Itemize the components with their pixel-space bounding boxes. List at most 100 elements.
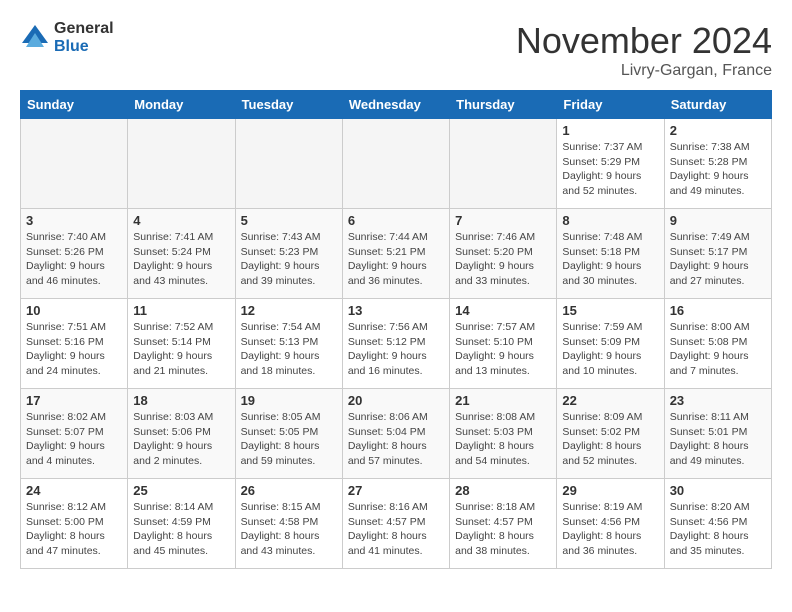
day-info: Sunrise: 8:03 AM Sunset: 5:06 PM Dayligh… — [133, 410, 229, 469]
day-number: 16 — [670, 303, 766, 318]
day-number: 12 — [241, 303, 337, 318]
table-row — [342, 119, 449, 209]
table-row: 14 Sunrise: 7:57 AM Sunset: 5:10 PM Dayli… — [450, 299, 557, 389]
day-info: Sunrise: 7:43 AM Sunset: 5:23 PM Dayligh… — [241, 230, 337, 289]
day-number: 7 — [455, 213, 551, 228]
day-number: 13 — [348, 303, 444, 318]
day-number: 8 — [562, 213, 658, 228]
day-info: Sunrise: 8:20 AM Sunset: 4:56 PM Dayligh… — [670, 500, 766, 559]
day-number: 11 — [133, 303, 229, 318]
header-saturday: Saturday — [664, 91, 771, 119]
table-row — [128, 119, 235, 209]
day-number: 1 — [562, 123, 658, 138]
logo-text: General Blue — [54, 20, 114, 55]
table-row: 24Sunrise: 8:12 AM Sunset: 5:00 PM Dayli… — [21, 479, 128, 569]
table-row: 12 Sunrise: 7:54 AM Sunset: 5:13 PM Dayli… — [235, 299, 342, 389]
table-row: 27 Sunrise: 8:16 AM Sunset: 4:57 PM Dayli… — [342, 479, 449, 569]
header-thursday: Thursday — [450, 91, 557, 119]
day-number: 9 — [670, 213, 766, 228]
day-number: 19 — [241, 393, 337, 408]
day-info: Sunrise: 8:15 AM Sunset: 4:58 PM Dayligh… — [241, 500, 337, 559]
page-header: General Blue November 2024 Livry-Gargan,… — [20, 20, 772, 80]
day-info: Sunrise: 8:14 AM Sunset: 4:59 PM Dayligh… — [133, 500, 229, 559]
table-row — [235, 119, 342, 209]
day-number: 6 — [348, 213, 444, 228]
day-info: Sunrise: 7:37 AM Sunset: 5:29 PM Dayligh… — [562, 140, 658, 199]
table-row: 6 Sunrise: 7:44 AM Sunset: 5:21 PM Daylig… — [342, 209, 449, 299]
table-row: 10 Sunrise: 7:51 AM Sunset: 5:16 PM Dayli… — [21, 299, 128, 389]
day-info: Sunrise: 7:44 AM Sunset: 5:21 PM Dayligh… — [348, 230, 444, 289]
day-number: 4 — [133, 213, 229, 228]
day-info: Sunrise: 7:51 AM Sunset: 5:16 PM Dayligh… — [26, 320, 122, 379]
day-number: 28 — [455, 483, 551, 498]
day-info: Sunrise: 7:41 AM Sunset: 5:24 PM Dayligh… — [133, 230, 229, 289]
header-monday: Monday — [128, 91, 235, 119]
table-row: 17Sunrise: 8:02 AM Sunset: 5:07 PM Dayli… — [21, 389, 128, 479]
header-friday: Friday — [557, 91, 664, 119]
month-title: November 2024 — [516, 20, 772, 62]
day-info: Sunrise: 7:54 AM Sunset: 5:13 PM Dayligh… — [241, 320, 337, 379]
logo: General Blue — [20, 20, 114, 55]
table-row: 20 Sunrise: 8:06 AM Sunset: 5:04 PM Dayli… — [342, 389, 449, 479]
day-number: 29 — [562, 483, 658, 498]
table-row: 3Sunrise: 7:40 AM Sunset: 5:26 PM Daylig… — [21, 209, 128, 299]
day-info: Sunrise: 7:56 AM Sunset: 5:12 PM Dayligh… — [348, 320, 444, 379]
day-number: 27 — [348, 483, 444, 498]
table-row: 29 Sunrise: 8:19 AM Sunset: 4:56 PM Dayli… — [557, 479, 664, 569]
calendar-week-row: 3Sunrise: 7:40 AM Sunset: 5:26 PM Daylig… — [21, 209, 772, 299]
day-info: Sunrise: 8:05 AM Sunset: 5:05 PM Dayligh… — [241, 410, 337, 469]
day-info: Sunrise: 7:48 AM Sunset: 5:18 PM Dayligh… — [562, 230, 658, 289]
header-wednesday: Wednesday — [342, 91, 449, 119]
day-info: Sunrise: 8:09 AM Sunset: 5:02 PM Dayligh… — [562, 410, 658, 469]
day-info: Sunrise: 7:59 AM Sunset: 5:09 PM Dayligh… — [562, 320, 658, 379]
day-number: 5 — [241, 213, 337, 228]
table-row: 4 Sunrise: 7:41 AM Sunset: 5:24 PM Daylig… — [128, 209, 235, 299]
table-row: 21 Sunrise: 8:08 AM Sunset: 5:03 PM Dayli… — [450, 389, 557, 479]
location: Livry-Gargan, France — [516, 62, 772, 80]
table-row: 26 Sunrise: 8:15 AM Sunset: 4:58 PM Dayli… — [235, 479, 342, 569]
calendar-header-row: Sunday Monday Tuesday Wednesday Thursday… — [21, 91, 772, 119]
day-info: Sunrise: 8:06 AM Sunset: 5:04 PM Dayligh… — [348, 410, 444, 469]
logo-blue: Blue — [54, 38, 114, 56]
logo-icon — [20, 23, 50, 53]
calendar-week-row: 24Sunrise: 8:12 AM Sunset: 5:00 PM Dayli… — [21, 479, 772, 569]
day-info: Sunrise: 8:18 AM Sunset: 4:57 PM Dayligh… — [455, 500, 551, 559]
header-tuesday: Tuesday — [235, 91, 342, 119]
table-row: 13 Sunrise: 7:56 AM Sunset: 5:12 PM Dayli… — [342, 299, 449, 389]
day-number: 15 — [562, 303, 658, 318]
day-info: Sunrise: 8:16 AM Sunset: 4:57 PM Dayligh… — [348, 500, 444, 559]
table-row: 5 Sunrise: 7:43 AM Sunset: 5:23 PM Daylig… — [235, 209, 342, 299]
day-info: Sunrise: 8:02 AM Sunset: 5:07 PM Dayligh… — [26, 410, 122, 469]
calendar-table: Sunday Monday Tuesday Wednesday Thursday… — [20, 90, 772, 569]
table-row — [21, 119, 128, 209]
table-row: 22Sunrise: 8:09 AM Sunset: 5:02 PM Dayli… — [557, 389, 664, 479]
day-number: 18 — [133, 393, 229, 408]
day-number: 21 — [455, 393, 551, 408]
day-number: 25 — [133, 483, 229, 498]
table-row: 23Sunrise: 8:11 AM Sunset: 5:01 PM Dayli… — [664, 389, 771, 479]
day-info: Sunrise: 7:57 AM Sunset: 5:10 PM Dayligh… — [455, 320, 551, 379]
day-number: 10 — [26, 303, 122, 318]
table-row: 28 Sunrise: 8:18 AM Sunset: 4:57 PM Dayli… — [450, 479, 557, 569]
table-row: 15 Sunrise: 7:59 AM Sunset: 5:09 PM Dayli… — [557, 299, 664, 389]
day-info: Sunrise: 7:49 AM Sunset: 5:17 PM Dayligh… — [670, 230, 766, 289]
day-info: Sunrise: 8:08 AM Sunset: 5:03 PM Dayligh… — [455, 410, 551, 469]
table-row: 18 Sunrise: 8:03 AM Sunset: 5:06 PM Dayli… — [128, 389, 235, 479]
day-number: 23 — [670, 393, 766, 408]
table-row: 19 Sunrise: 8:05 AM Sunset: 5:05 PM Dayli… — [235, 389, 342, 479]
table-row — [450, 119, 557, 209]
calendar-week-row: 17Sunrise: 8:02 AM Sunset: 5:07 PM Dayli… — [21, 389, 772, 479]
day-info: Sunrise: 8:19 AM Sunset: 4:56 PM Dayligh… — [562, 500, 658, 559]
day-info: Sunrise: 7:52 AM Sunset: 5:14 PM Dayligh… — [133, 320, 229, 379]
table-row: 16Sunrise: 8:00 AM Sunset: 5:08 PM Dayli… — [664, 299, 771, 389]
table-row: 11 Sunrise: 7:52 AM Sunset: 5:14 PM Dayli… — [128, 299, 235, 389]
day-info: Sunrise: 7:46 AM Sunset: 5:20 PM Dayligh… — [455, 230, 551, 289]
day-number: 14 — [455, 303, 551, 318]
header-sunday: Sunday — [21, 91, 128, 119]
day-number: 24 — [26, 483, 122, 498]
table-row: 30Sunrise: 8:20 AM Sunset: 4:56 PM Dayli… — [664, 479, 771, 569]
table-row: 25 Sunrise: 8:14 AM Sunset: 4:59 PM Dayli… — [128, 479, 235, 569]
day-number: 3 — [26, 213, 122, 228]
day-number: 26 — [241, 483, 337, 498]
day-number: 20 — [348, 393, 444, 408]
